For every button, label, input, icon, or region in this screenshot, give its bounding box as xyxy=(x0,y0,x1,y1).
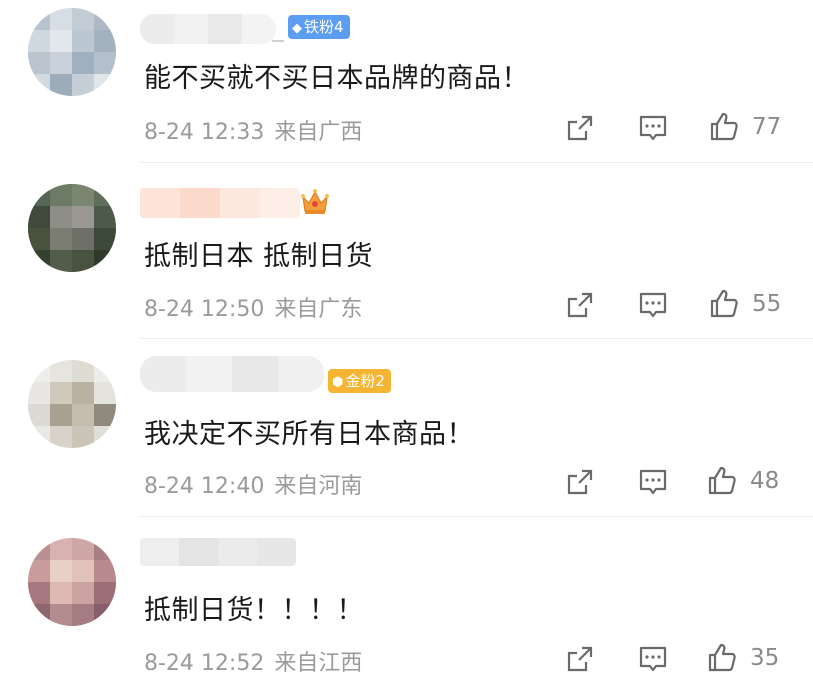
comment-list: ◆铁粉4 能不买就不买日本品牌的商品！ 8-24 12:33来自广西 77 xyxy=(0,0,813,685)
location: 来自江西 xyxy=(274,651,363,676)
username[interactable] xyxy=(140,538,296,566)
timestamp: 8-24 12:52 xyxy=(144,651,265,676)
thumbs-up-icon[interactable] xyxy=(706,641,738,673)
avatar[interactable] xyxy=(28,538,116,626)
comment-meta: 8-24 12:52 来自江西 xyxy=(144,645,362,677)
comment-text: 抵制日货！！！！ xyxy=(144,595,364,626)
comment-icon[interactable] xyxy=(637,643,669,675)
comment-item: 抵制日货！！！！ 8-24 12:52 来自江西 35 xyxy=(0,0,813,685)
share-icon[interactable] xyxy=(564,643,596,675)
like-count: 35 xyxy=(750,645,780,671)
